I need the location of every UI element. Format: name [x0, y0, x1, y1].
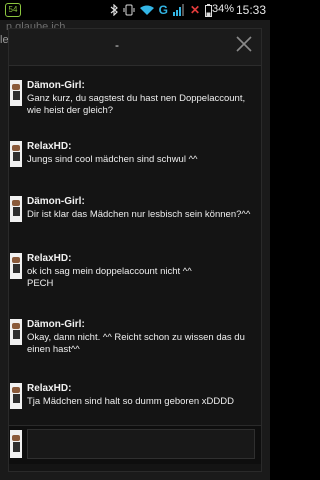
message-sender: Dämon-Girl:: [27, 319, 85, 330]
dialog-header: -: [9, 29, 261, 66]
message-text: Jungs sind cool mädchen sind schwul ^^: [27, 154, 198, 165]
message-sender: RelaxHD:: [27, 383, 72, 394]
battery-percent: 34%: [211, 3, 234, 15]
message-input[interactable]: [27, 429, 255, 459]
status-bar: 54 G ✕ 34% 15:33: [0, 0, 270, 20]
message-text: Tja Mädchen sind halt so dumm geboren xD…: [27, 396, 234, 407]
avatar: [10, 253, 22, 279]
bluetooth-icon: [110, 4, 118, 16]
vibrate-icon: [123, 4, 135, 16]
notification-badge: 54: [5, 3, 21, 17]
avatar: [10, 80, 22, 106]
dialog-title: -: [115, 38, 119, 52]
message-text: ok ich sag mein doppelaccount nicht ^^ P…: [27, 266, 192, 289]
close-icon[interactable]: [233, 33, 255, 55]
message-input-bar: [9, 425, 261, 464]
no-sim-icon: ✕: [189, 3, 200, 17]
message-sender: RelaxHD:: [27, 141, 72, 152]
message-sender: RelaxHD:: [27, 253, 72, 264]
network-type-label: G: [158, 3, 168, 17]
battery-icon: [205, 3, 212, 17]
chat-dialog: - Dämon-Girl: Ganz kurz, du sagstest du …: [8, 28, 262, 472]
avatar: [10, 383, 22, 409]
clock: 15:33: [235, 3, 266, 17]
avatar: [10, 141, 22, 167]
avatar: [10, 319, 22, 345]
message-sender: Dämon-Girl:: [27, 196, 85, 207]
signal-icon: [172, 4, 185, 16]
avatar: [10, 430, 22, 458]
status-icons: G ✕: [110, 2, 212, 18]
message-text: Ganz kurz, du sagstest du hast nen Doppe…: [27, 93, 246, 116]
avatar: [10, 196, 22, 222]
wifi-icon: [139, 5, 154, 16]
message-text: Dir ist klar das Mädchen nur lesbisch se…: [27, 209, 251, 220]
message-text: Okay, dann nicht. ^^ Reicht schon zu wis…: [27, 332, 245, 355]
message-list[interactable]: Dämon-Girl: Ganz kurz, du sagstest du ha…: [9, 67, 261, 422]
message-sender: Dämon-Girl:: [27, 80, 85, 91]
